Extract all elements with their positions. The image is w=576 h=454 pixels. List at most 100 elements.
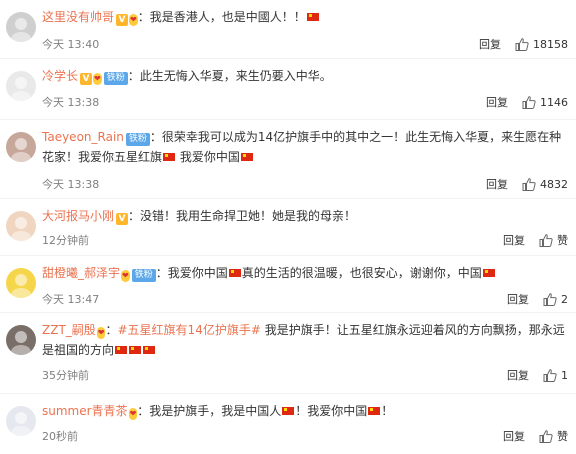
comment-text: 冷学长 V ❤ 铁粉 ：此生无悔入华夏，来生仍要入中华。: [42, 66, 568, 86]
comment-list: 这里没有帅哥 V ❤：我是香港人，也是中國人！！ 今天 13:40 回复 18158 冷学长…: [0, 0, 576, 454]
timestamp: 今天 13:38: [42, 178, 100, 191]
username[interactable]: 这里没有帅哥: [42, 10, 114, 24]
like-button[interactable]: 2: [543, 293, 568, 306]
colon: ：: [105, 323, 118, 337]
comment-actions: 回复 1146: [486, 94, 568, 110]
like-count: 4832: [540, 177, 568, 191]
comment-actions: 回复 赞: [503, 232, 568, 248]
comment-body-cont: 真的生活的很温暖，也很安心，谢谢你，中国: [241, 266, 482, 280]
like-count: 赞: [557, 234, 568, 247]
username[interactable]: 冷学长: [42, 69, 78, 83]
comment-actions: 回复 赞: [503, 428, 568, 444]
comment-body: ：我是护旗手，我是中国人: [137, 404, 282, 418]
like-button[interactable]: 18158: [515, 38, 568, 51]
thumbs-up-icon: [515, 37, 529, 51]
comment-item: summer青青茶 ❤：我是护旗手，我是中国人 ！我爱你中国 ！ 20秒前 回复 赞: [0, 394, 576, 454]
thumbs-up-icon: [522, 177, 536, 191]
username[interactable]: Taeyeon_Rain: [42, 130, 124, 144]
hashtag-link[interactable]: #五星红旗有14亿护旗手#: [118, 323, 261, 337]
avatar[interactable]: [6, 132, 36, 162]
china-flag-emoji: [143, 346, 156, 354]
thumbs-up-icon: [522, 95, 536, 109]
comment-actions: 回复 1: [507, 367, 568, 383]
thumbs-up-icon: [543, 292, 557, 306]
fan-badge: 铁粉: [125, 133, 150, 146]
username[interactable]: summer青青茶: [42, 404, 128, 418]
china-flag-emoji: [228, 269, 241, 277]
reply-button[interactable]: 回复: [486, 94, 508, 110]
timestamp: 20秒前: [42, 430, 78, 443]
reply-button[interactable]: 回复: [486, 176, 508, 192]
comment-body-end: ！: [381, 404, 394, 418]
username[interactable]: 大河报马小刚: [42, 209, 114, 223]
timestamp: 今天 13:38: [42, 96, 100, 109]
avatar[interactable]: [6, 268, 36, 298]
timestamp: 今天 13:40: [42, 38, 100, 51]
like-count: 1: [561, 368, 568, 382]
username[interactable]: 甜橙曦_郝泽宇: [42, 266, 120, 280]
reply-button[interactable]: 回复: [507, 291, 529, 307]
like-button[interactable]: 4832: [522, 178, 568, 191]
avatar[interactable]: [6, 406, 36, 436]
comment-text: Taeyeon_Rain 铁粉 ：很荣幸我可以成为14亿护旗手中的其中之一！此生无悔…: [42, 127, 568, 167]
comment-item: Taeyeon_Rain 铁粉 ：很荣幸我可以成为14亿护旗手中的其中之一！此生无悔…: [0, 120, 576, 198]
comment-text: 这里没有帅哥 V ❤：我是香港人，也是中國人！！: [42, 7, 568, 27]
reply-button[interactable]: 回复: [479, 36, 501, 52]
like-count: 18158: [533, 37, 568, 51]
verified-badge-icon: V: [116, 213, 129, 225]
comment-item: ZZT_嗣殷 ❤：#五星红旗有14亿护旗手# 我是护旗手！让五星红旗永远迎着风的方…: [0, 313, 576, 393]
china-flag-emoji: [115, 346, 128, 354]
comment-text: summer青青茶 ❤：我是护旗手，我是中国人 ！我爱你中国 ！: [42, 401, 568, 421]
timestamp: 35分钟前: [42, 369, 89, 382]
china-flag-emoji: [129, 346, 142, 354]
avatar[interactable]: [6, 71, 36, 101]
thumbs-up-icon: [543, 368, 557, 382]
comment-text: 大河报马小刚 V ：没错！我用生命捍卫她！她是我的母亲！: [42, 206, 568, 226]
comment-body: ：我爱你中国: [155, 266, 228, 280]
like-button[interactable]: 赞: [539, 428, 568, 444]
like-button[interactable]: 1: [543, 369, 568, 382]
like-button[interactable]: 1146: [522, 96, 568, 109]
china-flag-emoji: [482, 269, 495, 277]
avatar[interactable]: [6, 12, 36, 42]
china-flag-emoji: [282, 407, 295, 415]
china-flag-emoji: [368, 407, 381, 415]
reply-button[interactable]: 回复: [507, 367, 529, 383]
thumbs-up-icon: [539, 429, 553, 443]
like-count: 赞: [557, 430, 568, 443]
fan-badge: 铁粉: [131, 269, 156, 282]
comment-text: 甜橙曦_郝泽宇 ❤ 铁粉 ：我爱你中国 真的生活的很温暖，也很安心，谢谢你，中国: [42, 263, 568, 283]
reply-button[interactable]: 回复: [503, 428, 525, 444]
comment-body-cont: 我爱你中国: [176, 150, 240, 164]
like-count: 1146: [540, 95, 568, 109]
comment-item: 这里没有帅哥 V ❤：我是香港人，也是中國人！！ 今天 13:40 回复 18158: [0, 0, 576, 58]
reply-button[interactable]: 回复: [503, 232, 525, 248]
comment-text: ZZT_嗣殷 ❤：#五星红旗有14亿护旗手# 我是护旗手！让五星红旗永远迎着风的方…: [42, 320, 568, 360]
like-button[interactable]: 赞: [539, 232, 568, 248]
vip-badge-icon: ❤: [129, 14, 138, 26]
comment-item: 甜橙曦_郝泽宇 ❤ 铁粉 ：我爱你中国 真的生活的很温暖，也很安心，谢谢你，中国今天 1…: [0, 256, 576, 312]
comment-actions: 回复 4832: [486, 176, 568, 192]
username[interactable]: ZZT_嗣殷: [42, 323, 96, 337]
like-count: 2: [561, 292, 568, 306]
vip-badge-icon: ❤: [93, 73, 102, 85]
comment-item: 冷学长 V ❤ 铁粉 ：此生无悔入华夏，来生仍要入中华。今天 13:38 回复 1146: [0, 59, 576, 119]
avatar[interactable]: [6, 325, 36, 355]
comment-actions: 回复 18158: [479, 36, 568, 52]
comment-body: ：此生无悔入华夏，来生仍要入中华。: [127, 69, 332, 83]
comment-body: ：没错！我用生命捍卫她！她是我的母亲！: [128, 209, 357, 223]
verified-badge-icon: V: [116, 14, 129, 26]
timestamp: 今天 13:47: [42, 293, 100, 306]
comment-item: 大河报马小刚 V ：没错！我用生命捍卫她！她是我的母亲！ 12分钟前 回复 赞: [0, 199, 576, 255]
fan-badge: 铁粉: [103, 72, 128, 85]
comment-actions: 回复 2: [507, 291, 568, 307]
verified-badge-icon: V: [80, 73, 93, 85]
china-flag-emoji: [240, 153, 253, 161]
china-flag-emoji: [306, 13, 319, 21]
avatar[interactable]: [6, 211, 36, 241]
vip-badge-icon: ❤: [128, 408, 138, 420]
comment-body-cont: ！我爱你中国: [295, 404, 368, 418]
timestamp: 12分钟前: [42, 234, 89, 247]
comment-body: ：我是香港人，也是中國人！！: [137, 10, 306, 24]
china-flag-emoji: [163, 153, 176, 161]
